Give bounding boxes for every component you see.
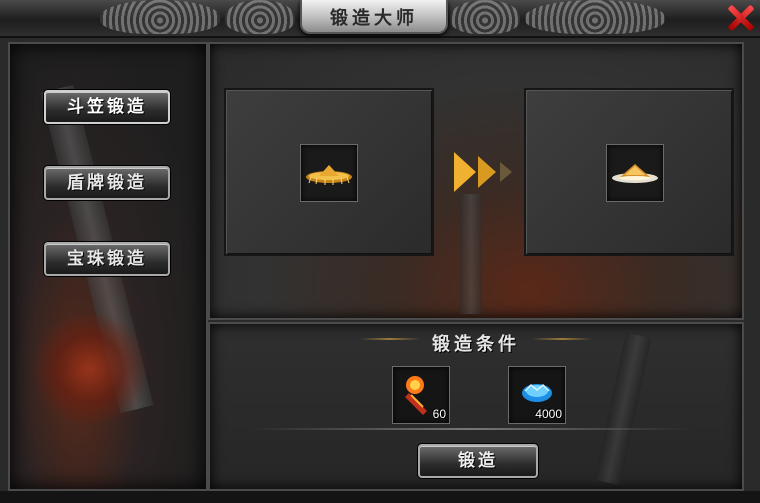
- tab-shield-forging[interactable]: 盾牌锻造: [44, 166, 170, 200]
- result-item-panel: [524, 88, 734, 256]
- dragon-head-right-icon: [450, 0, 520, 34]
- source-item-panel: [224, 88, 434, 256]
- forge-button[interactable]: 锻造: [418, 444, 538, 478]
- window-title: 锻造大师: [330, 8, 418, 29]
- tab-orb-forging[interactable]: 宝珠锻造: [44, 242, 170, 276]
- bottom-strip: [0, 491, 760, 503]
- chevron-faded-icon: [500, 162, 512, 182]
- tab-hat-forging[interactable]: 斗笠锻造: [44, 90, 170, 124]
- close-button[interactable]: [724, 2, 756, 32]
- golden-straw-hat-icon: [306, 165, 352, 185]
- conditions-title: 锻造条件: [432, 334, 520, 355]
- source-item-slot[interactable]: [300, 144, 358, 202]
- divider-line: [250, 428, 690, 430]
- forge-preview-area: [208, 42, 744, 320]
- dragon-ornament-left-icon: [100, 0, 220, 34]
- forge-master-window: 锻造大师 斗笠锻造 盾牌锻造 宝珠锻造 锻造条件 60 4000 锻造: [0, 0, 760, 503]
- ornament-right-icon: [532, 338, 592, 340]
- material-quantity: 4000: [535, 407, 562, 421]
- chevron-right-icon: [478, 156, 496, 188]
- material-quantity: 60: [432, 407, 446, 421]
- double-chevron-right-icon: [454, 152, 476, 192]
- title-plate: 锻造大师: [300, 0, 448, 34]
- result-item-slot[interactable]: [606, 144, 664, 202]
- material-slot-fire-scroll[interactable]: 60: [392, 366, 450, 424]
- fire-background-art: [30, 314, 150, 424]
- glowing-straw-hat-icon: [612, 164, 658, 183]
- forge-type-sidebar: 斗笠锻造 盾牌锻造 宝珠锻造: [8, 42, 208, 491]
- forge-conditions-area: 锻造条件 60 4000 锻造: [208, 322, 744, 491]
- sword-background-art: [460, 194, 482, 314]
- dragon-ornament-right-icon: [525, 0, 665, 34]
- material-slot-blue-crystal[interactable]: 4000: [508, 366, 566, 424]
- dragon-head-left-icon: [225, 0, 295, 34]
- title-bar: 锻造大师: [0, 0, 760, 38]
